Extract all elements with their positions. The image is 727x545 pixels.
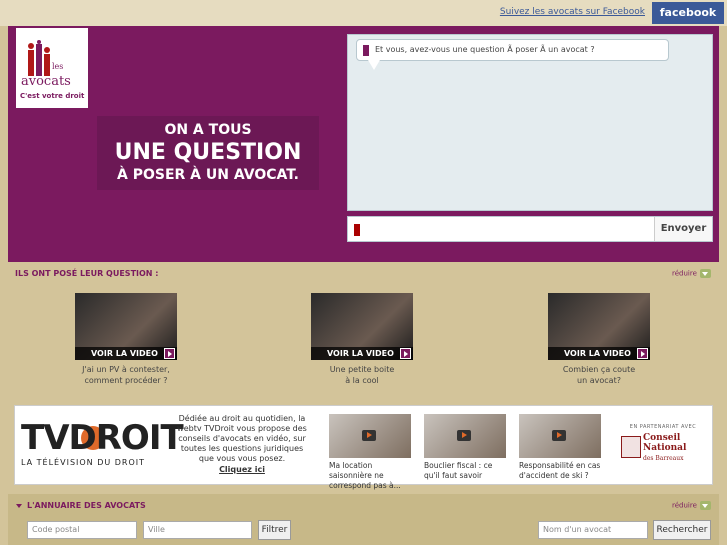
play-icon[interactable] (400, 348, 411, 359)
logo-mark-icon (28, 40, 50, 76)
lawyer-directory-bar: L'ANNUAIRE DES AVOCATS réduire Code post… (8, 494, 719, 545)
hero-banner: les avocats C'est votre droit ON A TOUS … (8, 26, 719, 262)
question-input-row: Envoyer (347, 216, 713, 242)
play-icon (362, 430, 376, 441)
directory-reduce-toggle[interactable]: réduire (672, 501, 711, 510)
question-bubble: Et vous, avez-vous une question Ã poser … (356, 39, 669, 61)
play-icon[interactable] (164, 348, 175, 359)
lawyer-name-input[interactable]: Nom d'un avocat (538, 521, 648, 539)
postal-code-input[interactable]: Code postal (27, 521, 137, 539)
tvdroit-cta-link[interactable]: Cliquez ici (175, 465, 309, 475)
slogan-line-3: À POSER À UN AVOCAT. (117, 167, 299, 183)
logo-tagline: C'est votre droit (20, 92, 85, 100)
city-input[interactable]: Ville (143, 521, 252, 539)
logo-avocats: avocats (21, 74, 71, 89)
directory-title[interactable]: L'ANNUAIRE DES AVOCATS (16, 501, 146, 510)
play-icon (457, 430, 471, 441)
questions-reduce-toggle[interactable]: réduire (672, 269, 711, 278)
video-caption[interactable]: Bouclier fiscal : ce qu'il faut savoir (424, 461, 506, 481)
video-caption: Une petite boite à la cool (329, 365, 395, 385)
partner-logo[interactable]: EN PARTENARIAT AVEC Conseil National des… (621, 424, 705, 464)
video-caption: Combien ça coute un avocat? (562, 365, 636, 385)
video-thumbnail[interactable] (519, 414, 601, 458)
tvdroit-video-1[interactable]: Ma location saisonnière ne correspond pa… (329, 414, 411, 491)
triangle-down-icon (16, 503, 22, 508)
cnb-emblem-icon (621, 436, 641, 458)
bubble-tail (368, 60, 380, 70)
partner-label: EN PARTENARIAT AVEC (629, 424, 697, 430)
person-icon (363, 45, 369, 56)
video-thumbnail[interactable] (424, 414, 506, 458)
play-icon[interactable] (637, 348, 648, 359)
person-icon (354, 224, 360, 236)
video-thumbnail[interactable]: VOIR LA VIDEO (75, 293, 177, 360)
site-logo[interactable]: les avocats C'est votre droit (16, 28, 88, 108)
video-caption: J'ai un PV à contester, comment procéder… (82, 365, 170, 385)
question-video-1[interactable]: VOIR LA VIDEO J'ai un PV à contester, co… (75, 293, 177, 386)
video-caption[interactable]: Ma location saisonnière ne correspond pa… (329, 461, 411, 491)
questions-section-title: ILS ONT POSÉ LEUR QUESTION : (15, 269, 159, 278)
question-video-2[interactable]: VOIR LA VIDEO Une petite boite à la cool (311, 293, 413, 386)
question-prompt: Et vous, avez-vous une question Ã poser … (375, 45, 595, 54)
facebook-follow-link[interactable]: Suivez les avocats sur Facebook (500, 7, 645, 17)
question-video-3[interactable]: VOIR LA VIDEO Combien ça coute un avocat… (548, 293, 650, 386)
play-icon (552, 430, 566, 441)
search-button[interactable]: Rechercher (653, 520, 711, 540)
video-bar-label: VOIR LA VIDEO (311, 347, 413, 360)
slogan-line-2: UNE QUESTION (114, 140, 302, 165)
tvdroit-logo-sub: LA TÉLÉVISION DU DROIT (21, 458, 146, 467)
video-bar-label: VOIR LA VIDEO (75, 347, 177, 360)
chat-area: Et vous, avez-vous une question Ã poser … (347, 34, 713, 211)
facebook-button[interactable]: facebook (652, 2, 724, 24)
slogan-line-1: ON A TOUS (164, 122, 252, 138)
reduce-label: réduire (672, 501, 697, 510)
chevron-down-icon (699, 269, 711, 278)
tvdroit-description: Dédiée au droit au quotidien, la webtv T… (175, 414, 309, 475)
video-thumbnail[interactable]: VOIR LA VIDEO (311, 293, 413, 360)
video-bar-label: VOIR LA VIDEO (548, 347, 650, 360)
filter-button[interactable]: Filtrer (258, 520, 291, 540)
hero-slogan: ON A TOUS UNE QUESTION À POSER À UN AVOC… (97, 116, 319, 190)
tvdroit-banner: TVDROIT LA TÉLÉVISION DU DROIT Dédiée au… (14, 405, 713, 490)
chevron-down-icon (699, 501, 711, 510)
tvdroit-logo[interactable]: TVDROIT LA TÉLÉVISION DU DROIT (21, 418, 184, 470)
tvdroit-logo-text: TVDROIT (21, 418, 184, 458)
video-caption[interactable]: Responsabilité en cas d'accident de ski … (519, 461, 601, 481)
video-thumbnail[interactable]: VOIR LA VIDEO (548, 293, 650, 360)
tvdroit-video-3[interactable]: Responsabilité en cas d'accident de ski … (519, 414, 601, 481)
tvdroit-video-2[interactable]: Bouclier fiscal : ce qu'il faut savoir (424, 414, 506, 481)
top-bar: Suivez les avocats sur Facebook facebook (0, 0, 727, 26)
video-thumbnail[interactable] (329, 414, 411, 458)
send-button[interactable]: Envoyer (654, 217, 712, 241)
reduce-label: réduire (672, 269, 697, 278)
logo-les: les (52, 62, 64, 71)
question-input[interactable] (366, 217, 651, 241)
